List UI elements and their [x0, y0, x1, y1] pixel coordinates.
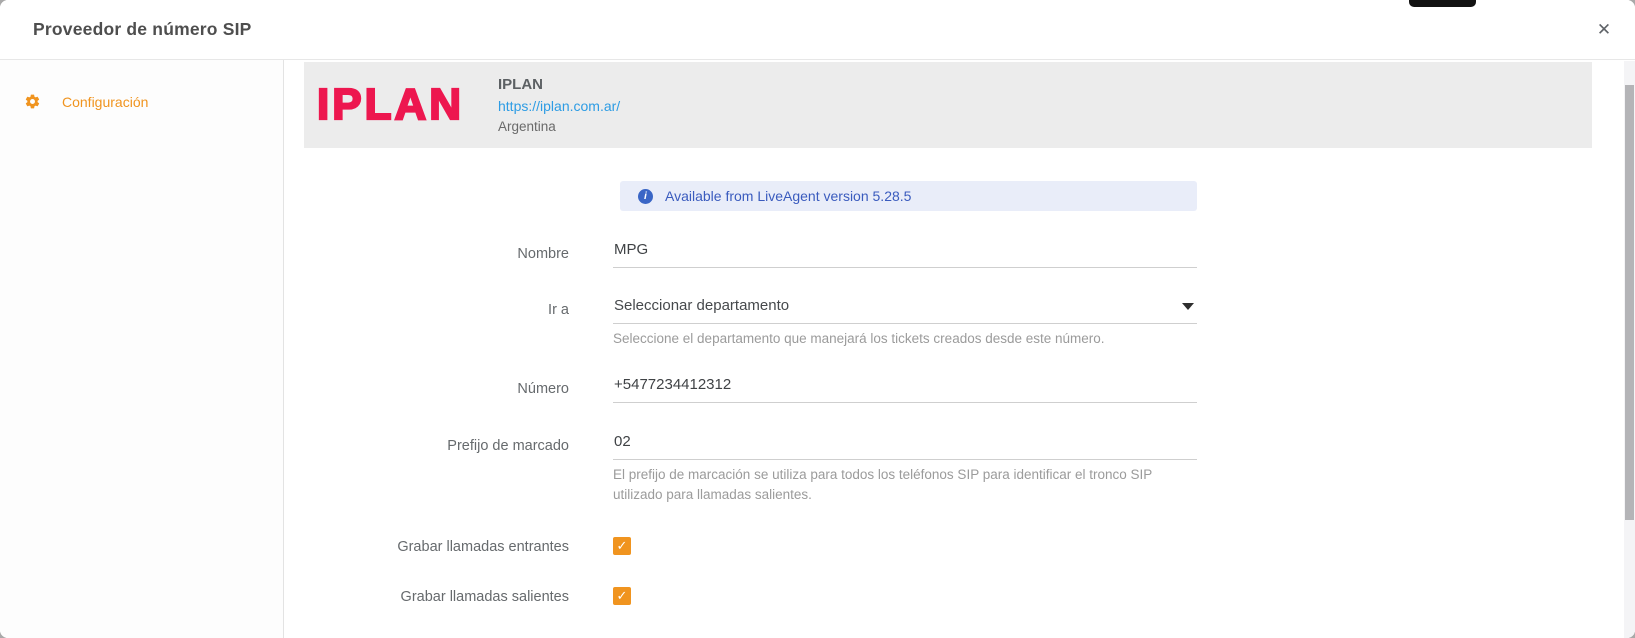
field-label: Ir a — [548, 302, 569, 318]
scrollbar-thumb[interactable] — [1625, 85, 1634, 520]
grabar-entrantes-checkbox[interactable]: ✓ — [613, 537, 631, 555]
prefijo-input[interactable] — [613, 433, 1197, 460]
field-label: Número — [517, 381, 569, 397]
field-label: Nombre — [517, 246, 569, 262]
form-row-ir-a: Ir a Seleccionar departamento Seleccione… — [284, 297, 1635, 357]
close-icon[interactable]: ✕ — [1589, 15, 1619, 45]
dialog-title: Proveedor de número SIP — [33, 19, 252, 39]
form-row-numero: Número — [284, 376, 1635, 416]
gear-icon — [24, 93, 41, 110]
provider-url-link[interactable]: https://iplan.com.ar/ — [498, 99, 620, 113]
form-row-prefijo: Prefijo de marcado El prefijo de marcaci… — [284, 433, 1635, 513]
chevron-down-icon — [1182, 303, 1194, 310]
version-alert-text: Available from LiveAgent version 5.28.5 — [665, 188, 912, 204]
departamento-select[interactable]: Seleccionar departamento — [613, 297, 1197, 324]
dialog-header: Proveedor de número SIP ✕ — [0, 0, 1635, 60]
departamento-select-value: Seleccionar departamento — [614, 297, 790, 314]
field-helper-text: Seleccione el departamento que manejará … — [613, 331, 1105, 346]
provider-name: IPLAN — [498, 75, 543, 93]
numero-input[interactable] — [613, 376, 1197, 403]
dialog-body: Configuración IPLAN IPLAN https://iplan.… — [0, 60, 1635, 638]
info-icon: i — [638, 188, 653, 204]
browser-notch — [1409, 0, 1476, 7]
checkmark-icon: ✓ — [616, 538, 628, 553]
grabar-salientes-checkbox[interactable]: ✓ — [613, 587, 631, 605]
content-pane: IPLAN IPLAN https://iplan.com.ar/ Argent… — [284, 60, 1635, 638]
sidebar-item-configuracion[interactable]: Configuración — [0, 93, 283, 110]
form-row-nombre: Nombre — [284, 241, 1635, 281]
field-helper-text: El prefijo de marcación se utiliza para … — [613, 467, 1153, 502]
field-label: Grabar llamadas salientes — [400, 589, 569, 605]
vertical-scrollbar[interactable] — [1624, 61, 1635, 638]
sip-provider-dialog: Proveedor de número SIP ✕ Configuración … — [0, 0, 1635, 638]
field-label: Prefijo de marcado — [447, 438, 569, 454]
form-row-grabar-entrantes: Grabar llamadas entrantes ✓ — [284, 537, 1635, 557]
provider-info: IPLAN https://iplan.com.ar/ Argentina — [498, 77, 620, 134]
version-alert: i Available from LiveAgent version 5.28.… — [620, 181, 1197, 211]
form-row-grabar-salientes: Grabar llamadas salientes ✓ — [284, 587, 1635, 607]
checkmark-icon: ✓ — [616, 588, 628, 603]
sidebar: Configuración — [0, 60, 284, 638]
nombre-input[interactable] — [613, 241, 1197, 268]
field-label: Grabar llamadas entrantes — [397, 539, 569, 555]
sidebar-item-label: Configuración — [62, 93, 149, 110]
provider-banner: IPLAN IPLAN https://iplan.com.ar/ Argent… — [304, 62, 1592, 148]
iplan-logo: IPLAN — [316, 80, 464, 129]
provider-country: Argentina — [498, 118, 556, 134]
